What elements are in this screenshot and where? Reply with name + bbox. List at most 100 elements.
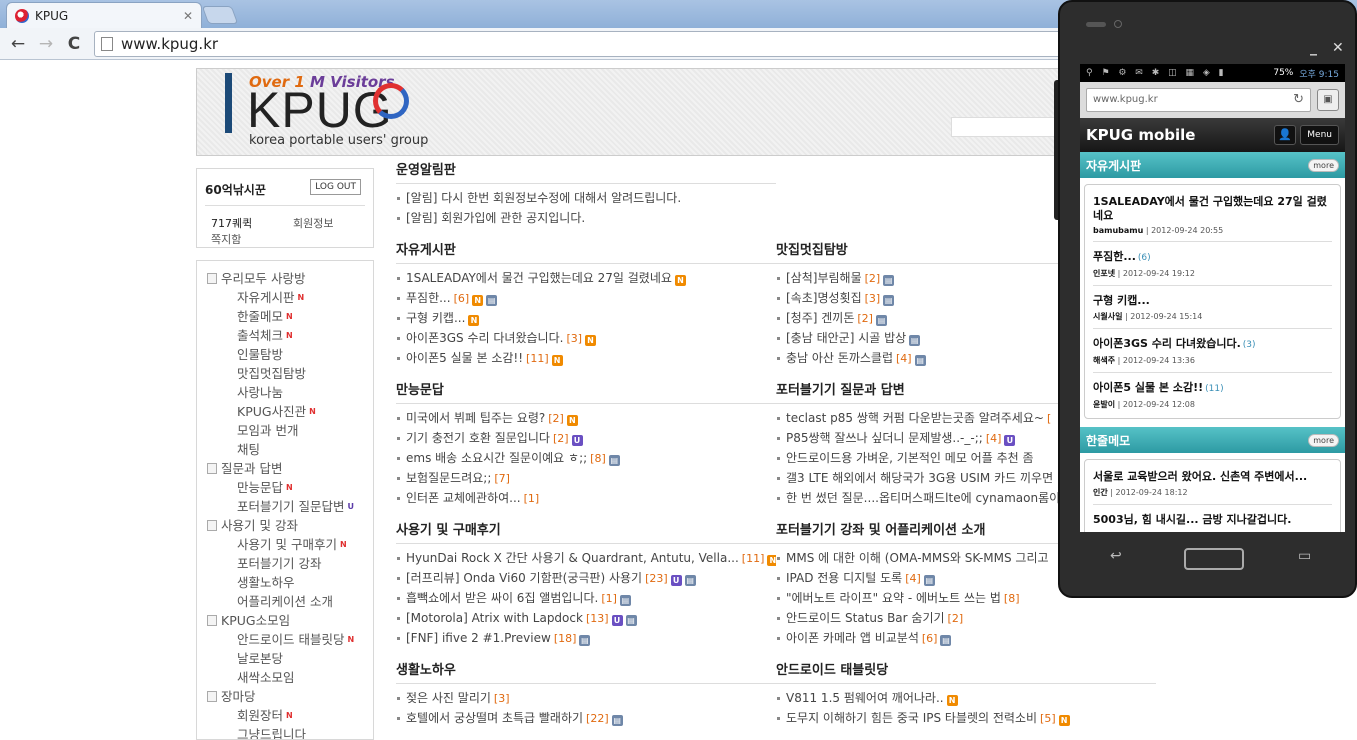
post-title[interactable]: 아이폰3GS 수리 다녀왔습니다. bbox=[406, 331, 563, 345]
post-title[interactable]: 아이폰 카메라 앱 비교분석 bbox=[786, 631, 919, 645]
post-title[interactable]: 기기 충전기 호환 질문입니다 bbox=[406, 431, 550, 445]
board-post[interactable]: V811 1.5 펌웨어여 깨어나라.. N bbox=[776, 688, 1156, 708]
mobile-post[interactable]: 아이폰5 실물 본 소감!! (11) 윤발이 | 2012-09-24 12:08 bbox=[1093, 373, 1332, 416]
menu-item[interactable]: 만능문답 N bbox=[197, 478, 373, 497]
menu-item[interactable]: 새싹소모임 bbox=[197, 668, 373, 687]
board-post[interactable]: 도무지 이해하기 힘든 중국 IPS 타블렛의 전력소비 [5] N bbox=[776, 708, 1156, 728]
mobile-url-input[interactable]: www.kpug.kr ↻ bbox=[1086, 88, 1311, 112]
post-title[interactable]: [러프리뷰] Onda Vi60 기함판(궁극판) 사용기 bbox=[406, 571, 642, 585]
post-title[interactable]: [충남 태안군] 시골 밥상 bbox=[786, 331, 906, 345]
mobile-section-title[interactable]: 한줄메모 bbox=[1086, 432, 1308, 449]
mobile-post-title[interactable]: 서울로 교육받으러 왔어요. 신촌역 주변에서... bbox=[1093, 470, 1332, 484]
board-post[interactable]: 아이폰5 실물 본 소감!! [11] N bbox=[396, 348, 776, 368]
post-title[interactable]: [FNF] ifive 2 #1.Preview bbox=[406, 631, 551, 645]
post-title[interactable]: 구형 키캡... bbox=[406, 311, 465, 325]
menu-item[interactable]: 포터블기기 질문답변 U bbox=[197, 497, 373, 516]
mobile-post[interactable]: 아이폰3GS 수리 다녀왔습니다. (3) 해색주 | 2012-09-24 13:… bbox=[1093, 329, 1332, 373]
reload-button[interactable]: C bbox=[62, 32, 86, 56]
collapse-box-icon[interactable] bbox=[207, 273, 217, 284]
back-button[interactable]: ← bbox=[6, 32, 30, 56]
mobile-post-title[interactable]: 5003님, 힘 내시길... 금방 지나갈겁니다. bbox=[1093, 513, 1332, 527]
mobile-post[interactable]: 푸짐한... (6) 인포넷 | 2012-09-24 19:12 bbox=[1093, 242, 1332, 286]
post-title[interactable]: 한 번 썼던 질문....옵티머스패드lte에 cynamaon롬이 bbox=[786, 491, 1060, 505]
post-title[interactable]: V811 1.5 펌웨어여 깨어나라.. bbox=[786, 691, 944, 705]
post-title[interactable]: [알림] 다시 한번 회원정보수정에 대해서 알려드립니다. bbox=[406, 191, 681, 205]
menu-category[interactable]: KPUG소모임 bbox=[197, 611, 373, 630]
menu-item[interactable]: 자유게시판 N bbox=[197, 288, 373, 307]
menu-item[interactable]: 날로본당 bbox=[197, 649, 373, 668]
board-post[interactable]: [알림] 다시 한번 회원정보수정에 대해서 알려드립니다. bbox=[396, 188, 776, 208]
board-post[interactable]: 1SALEADAY에서 물건 구입했는데요 27일 걸렸네요 N bbox=[396, 268, 776, 288]
address-url[interactable]: www.kpug.kr bbox=[121, 35, 218, 53]
board-title[interactable]: 안드로이드 태블릿당 bbox=[776, 660, 1156, 684]
post-title[interactable]: 보험질문드려요;; bbox=[406, 471, 491, 485]
home-key[interactable] bbox=[1184, 548, 1244, 570]
close-icon[interactable]: ✕ bbox=[183, 9, 193, 23]
post-title[interactable]: HyunDai Rock X 간단 사용기 & Quardrant, Antut… bbox=[406, 551, 739, 565]
board-post[interactable]: 아이폰3GS 수리 다녀왔습니다. [3] N bbox=[396, 328, 776, 348]
board-post[interactable]: [Motorola] Atrix with Lapdock [13] U ▤ bbox=[396, 608, 776, 628]
board-post[interactable]: 흡빽쇼에서 받은 싸이 6집 앨범입니다. [1] ▤ bbox=[396, 588, 776, 608]
reload-icon[interactable]: ↻ bbox=[1293, 89, 1304, 111]
post-title[interactable]: 갤3 LTE 해외에서 해당국가 3G용 USIM 카드 끼우면 bbox=[786, 471, 1053, 485]
post-title[interactable]: 미국에서 뷔페 팁주는 요령? bbox=[406, 411, 545, 425]
menu-item[interactable]: 안드로이드 태블릿당 N bbox=[197, 630, 373, 649]
post-title[interactable]: P85쌍핵 잘쓰나 싶더니 문제발생..-_-;; bbox=[786, 431, 983, 445]
post-title[interactable]: MMS 에 대한 이해 (OMA-MMS와 SK-MMS 그리고 bbox=[786, 551, 1049, 565]
post-title[interactable]: [청주] 겐끼돈 bbox=[786, 311, 854, 325]
tabs-icon[interactable]: ▣ bbox=[1317, 89, 1339, 111]
post-title[interactable]: 안드로이드 Status Bar 숨기기 bbox=[786, 611, 945, 625]
board-post[interactable]: 기기 충전기 호환 질문입니다 [2] U bbox=[396, 428, 776, 448]
board-post[interactable]: [러프리뷰] Onda Vi60 기함판(궁극판) 사용기 [23] U ▤ bbox=[396, 568, 776, 588]
post-title[interactable]: [삼척]부림해물 bbox=[786, 271, 862, 285]
mobile-section-title[interactable]: 자유게시판 bbox=[1086, 157, 1308, 174]
site-logo[interactable]: KPUG bbox=[247, 81, 393, 139]
post-title[interactable]: ems 배송 소요시간 질문이예요 ㅎ;; bbox=[406, 451, 587, 465]
menu-item[interactable]: 그냥드립니다 bbox=[197, 725, 373, 739]
post-title[interactable]: IPAD 전용 디지털 도록 bbox=[786, 571, 902, 585]
board-title[interactable]: 자유게시판 bbox=[396, 240, 776, 264]
menu-item[interactable]: 출석체크 N bbox=[197, 326, 373, 345]
mobile-post-title[interactable]: 아이폰3GS 수리 다녀왔습니다. (3) bbox=[1093, 337, 1332, 352]
post-title[interactable]: 아이폰5 실물 본 소감!! bbox=[406, 351, 523, 365]
post-title[interactable]: [속초]명성횟집 bbox=[786, 291, 862, 305]
board-title[interactable]: 만능문답 bbox=[396, 380, 776, 404]
mobile-post-title[interactable]: 구형 키캡... bbox=[1093, 294, 1332, 308]
address-bar[interactable]: www.kpug.kr bbox=[94, 31, 1074, 57]
mobile-post-title[interactable]: 푸짐한... (6) bbox=[1093, 250, 1332, 265]
points-link[interactable]: 717퀘퀵 bbox=[211, 215, 252, 231]
mobile-post[interactable]: 구형 키캡... 시월사일 | 2012-09-24 15:14 bbox=[1093, 286, 1332, 329]
board-title[interactable]: 운영알림판 bbox=[396, 160, 776, 184]
board-post[interactable]: 미국에서 뷔페 팁주는 요령? [2] N bbox=[396, 408, 776, 428]
post-title[interactable]: 젖은 사진 말리기 bbox=[406, 691, 491, 705]
collapse-box-icon[interactable] bbox=[207, 691, 217, 702]
menu-category[interactable]: 장마당 bbox=[197, 687, 373, 706]
menu-item[interactable]: 어플리케이션 소개 bbox=[197, 592, 373, 611]
collapse-box-icon[interactable] bbox=[207, 615, 217, 626]
menu-category[interactable]: 질문과 답변 bbox=[197, 459, 373, 478]
board-post[interactable]: 호텔에서 궁상떨며 초특급 빨래하기 [22] ▤ bbox=[396, 708, 776, 728]
board-post[interactable]: 인터폰 교체에관하여... [1] bbox=[396, 488, 776, 508]
mobile-post-title[interactable]: 1SALEADAY에서 물건 구입했는데요 27일 걸렸네요 bbox=[1093, 195, 1332, 223]
more-button[interactable]: more bbox=[1308, 158, 1339, 172]
mobile-post[interactable]: 서울로 교육받으러 왔어요. 신촌역 주변에서... 인간 | 2012-09-2… bbox=[1093, 462, 1332, 505]
board-title[interactable]: 사용기 및 구매후기 bbox=[396, 520, 776, 544]
board-post[interactable]: 푸짐한... [6] N ▤ bbox=[396, 288, 776, 308]
recent-apps-icon[interactable]: ▭ bbox=[1298, 548, 1311, 564]
header-search-input[interactable] bbox=[951, 117, 1071, 137]
messages-link[interactable]: 쪽지함 bbox=[211, 231, 241, 247]
menu-item[interactable]: 회원장터 N bbox=[197, 706, 373, 725]
post-title[interactable]: "에버노트 라이프" 요약 - 에버노트 쓰는 법 bbox=[786, 591, 1001, 605]
menu-category[interactable]: 사용기 및 강좌 bbox=[197, 516, 373, 535]
board-post[interactable]: [알림] 회원가입에 관한 공지입니다. bbox=[396, 208, 776, 228]
mobile-post[interactable]: 5003님, 힘 내시길... 금방 지나갈겁니다. bbox=[1093, 505, 1332, 532]
logout-button[interactable]: LOG OUT bbox=[310, 179, 361, 195]
board-title[interactable]: 생활노하우 bbox=[396, 660, 776, 684]
board-post[interactable]: 구형 키캡... N bbox=[396, 308, 776, 328]
post-title[interactable]: 도무지 이해하기 힘든 중국 IPS 타블렛의 전력소비 bbox=[786, 711, 1037, 725]
post-title[interactable]: [Motorola] Atrix with Lapdock bbox=[406, 611, 583, 625]
post-title[interactable]: 인터폰 교체에관하여... bbox=[406, 491, 521, 505]
mobile-menu-button[interactable]: Menu bbox=[1300, 125, 1339, 145]
board-post[interactable]: HyunDai Rock X 간단 사용기 & Quardrant, Antut… bbox=[396, 548, 776, 568]
board-post[interactable]: 보험질문드려요;; [7] bbox=[396, 468, 776, 488]
